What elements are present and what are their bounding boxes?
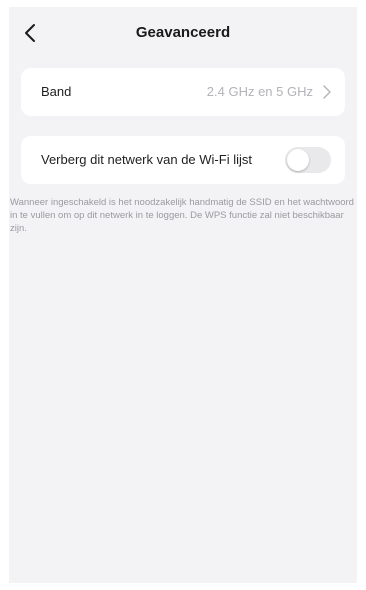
chevron-right-icon xyxy=(323,85,331,99)
toggle-knob xyxy=(287,149,309,171)
band-row[interactable]: Band 2.4 GHz en 5 GHz xyxy=(21,68,345,116)
page-title: Geavanceerd xyxy=(135,24,231,41)
hide-network-row: Verberg dit netwerk van de Wi-Fi lijst xyxy=(21,136,345,184)
band-value: 2.4 GHz en 5 GHz xyxy=(206,84,313,99)
band-label: Band xyxy=(41,84,72,99)
advanced-settings-screen: Geavanceerd Band 2.4 GHz en 5 GHz Verber… xyxy=(9,7,357,583)
hide-network-label: Verberg dit netwerk van de Wi-Fi lijst xyxy=(41,152,252,167)
hide-network-hint: Wanneer ingeschakeld is het noodzakelijk… xyxy=(10,197,354,234)
hide-network-toggle[interactable] xyxy=(285,147,331,173)
navigation-bar: Geavanceerd xyxy=(9,7,357,57)
